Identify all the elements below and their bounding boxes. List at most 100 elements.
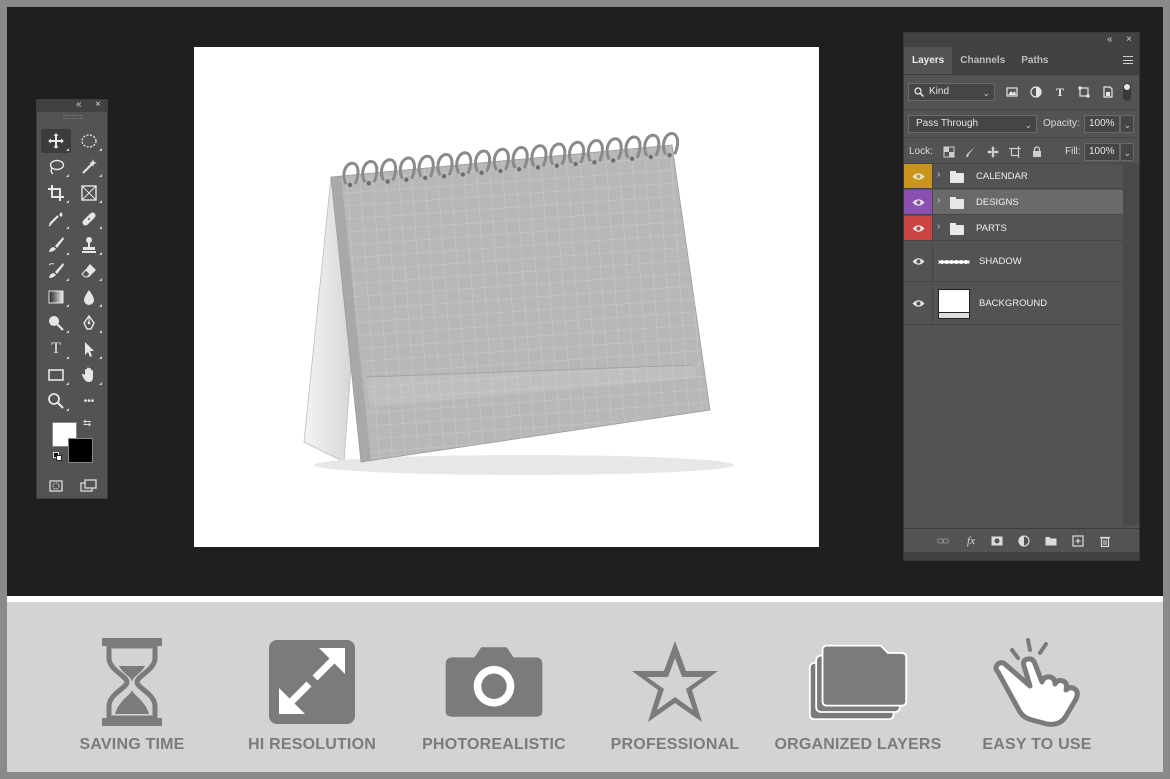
layer-row-designs[interactable]: › DESIGNS: [904, 190, 1123, 215]
eraser-icon[interactable]: [74, 259, 104, 283]
screen-mode-icon[interactable]: [73, 474, 103, 498]
ring-hole: [404, 177, 409, 182]
filter-pixel-icon[interactable]: [1005, 85, 1019, 99]
fill-label: Fill:: [1065, 146, 1081, 157]
filter-type-icon[interactable]: T: [1053, 85, 1067, 99]
quick-mask-icon[interactable]: [41, 474, 71, 498]
move-icon-graphic: [48, 133, 64, 149]
add-mask-icon[interactable]: [990, 534, 1004, 548]
ring-hole: [554, 163, 559, 168]
filter-toggle[interactable]: [1123, 83, 1131, 101]
tab-paths[interactable]: Paths: [1013, 47, 1056, 74]
filter-kind-select[interactable]: Kind ⌄: [908, 83, 995, 101]
rectangle-icon[interactable]: [41, 363, 71, 387]
ring-hole: [592, 160, 597, 165]
close-icon[interactable]: ×: [1126, 33, 1132, 47]
stacked-folders-icon: [808, 644, 908, 721]
visibility-eye-icon[interactable]: [904, 242, 933, 281]
layer-style-fx-icon[interactable]: fx: [964, 534, 978, 548]
filter-smart-object-icon[interactable]: [1101, 85, 1115, 99]
layer-row-calendar[interactable]: › CALENDAR: [904, 164, 1123, 189]
magic-wand-icon[interactable]: [74, 155, 104, 179]
type-icon[interactable]: T: [41, 337, 71, 361]
fill-value: 100%: [1089, 146, 1115, 157]
new-layer-icon[interactable]: [1071, 534, 1085, 548]
healing-brush-icon[interactable]: [74, 207, 104, 231]
opacity-dropdown[interactable]: ⌄: [1120, 115, 1134, 133]
expand-arrows-icon: [269, 640, 355, 724]
blend-row: Pass Through ⌄ Opacity: 100% ⌄: [904, 109, 1139, 137]
layers-panel-topbar: « ×: [904, 33, 1139, 47]
default-colors-icon[interactable]: [53, 452, 63, 462]
dodge-icon[interactable]: [41, 311, 71, 335]
panel-grip[interactable]: [37, 112, 107, 120]
pen-icon[interactable]: [74, 311, 104, 335]
collapse-icon[interactable]: «: [76, 99, 82, 111]
chevron-right-icon[interactable]: ›: [937, 169, 940, 180]
more-tools-icon[interactable]: •••: [74, 389, 104, 413]
ring-hole: [385, 179, 390, 184]
new-group-icon[interactable]: [1044, 534, 1058, 548]
fill-input[interactable]: 100%: [1084, 143, 1120, 161]
panel-resize-grip[interactable]: [904, 552, 1139, 560]
delete-layer-icon[interactable]: [1098, 534, 1112, 548]
gradient-icon[interactable]: [41, 285, 71, 309]
frame-icon[interactable]: [74, 181, 104, 205]
background-color-swatch[interactable]: [68, 438, 93, 463]
blend-mode-select[interactable]: Pass Through ⌄: [908, 115, 1037, 133]
tab-layers[interactable]: Layers: [904, 47, 953, 74]
close-icon[interactable]: ×: [95, 99, 101, 111]
visibility-eye-icon[interactable]: [904, 216, 933, 240]
features-bar: SAVING TIME HI RESOLUTION PHOTOREALISTIC…: [7, 602, 1163, 772]
document-canvas[interactable]: [194, 47, 819, 547]
tab-channels[interactable]: Channels: [952, 47, 1013, 74]
ring-hole: [366, 181, 371, 186]
adjustment-layer-icon[interactable]: [1017, 534, 1031, 548]
feature-label: PROFESSIONAL: [610, 736, 740, 753]
layer-row-shadow[interactable]: SHADOW: [904, 242, 1123, 282]
lasso-icon[interactable]: [41, 155, 71, 179]
fill-dropdown[interactable]: ⌄: [1120, 143, 1134, 161]
feature-label: PHOTOREALISTIC: [422, 736, 566, 753]
blur-drop-icon[interactable]: [74, 285, 104, 309]
layer-row-background[interactable]: BACKGROUND: [904, 283, 1123, 325]
ring-hole: [498, 168, 503, 174]
eyedropper-icon[interactable]: [41, 207, 71, 231]
chevron-right-icon[interactable]: ›: [937, 221, 940, 232]
layer-list-scrollbar[interactable]: [1123, 163, 1139, 525]
filter-shape-icon[interactable]: [1077, 85, 1091, 99]
visibility-eye-icon[interactable]: [904, 164, 933, 188]
chevron-right-icon[interactable]: ›: [937, 195, 940, 206]
lock-position-icon[interactable]: [986, 145, 1000, 159]
lock-artboard-icon[interactable]: [1008, 145, 1022, 159]
elliptical-marquee-icon[interactable]: [74, 129, 104, 153]
move-icon[interactable]: [41, 129, 71, 153]
lock-image-pixels-icon[interactable]: [964, 145, 978, 159]
brush-icon[interactable]: [41, 233, 71, 257]
collapse-icon[interactable]: «: [1107, 33, 1113, 47]
ring-hole: [479, 170, 484, 175]
lock-all-icon[interactable]: [1030, 145, 1044, 159]
layers-panel: « × Layers Channels Paths Kind ⌄ T Pass …: [903, 32, 1140, 561]
hand-icon[interactable]: [74, 363, 104, 387]
ring-hole: [667, 153, 672, 158]
opacity-input[interactable]: 100%: [1084, 115, 1120, 133]
ring-hole: [460, 172, 465, 177]
swap-colors-icon[interactable]: ⇆: [83, 418, 91, 429]
panel-menu-icon[interactable]: [1123, 56, 1133, 64]
hand-icon-graphic: [82, 367, 93, 382]
visibility-eye-icon[interactable]: [904, 190, 933, 214]
link-layers-icon[interactable]: [936, 534, 950, 548]
chevron-down-icon: ⌄: [982, 88, 990, 98]
promo-frame: « × T ••• ⇆ « × Layers Channels Paths Ki…: [0, 0, 1170, 779]
ring-hole: [441, 174, 447, 179]
path-selection-icon[interactable]: [74, 337, 104, 361]
visibility-eye-icon[interactable]: [904, 283, 933, 324]
lock-transparency-icon[interactable]: [942, 145, 956, 159]
zoom-icon[interactable]: [41, 389, 71, 413]
crop-icon[interactable]: [41, 181, 71, 205]
clone-stamp-icon[interactable]: [74, 233, 104, 257]
layer-row-parts[interactable]: › PARTS: [904, 216, 1123, 241]
history-brush-icon[interactable]: [41, 259, 71, 283]
filter-adjustment-icon[interactable]: [1029, 85, 1043, 99]
